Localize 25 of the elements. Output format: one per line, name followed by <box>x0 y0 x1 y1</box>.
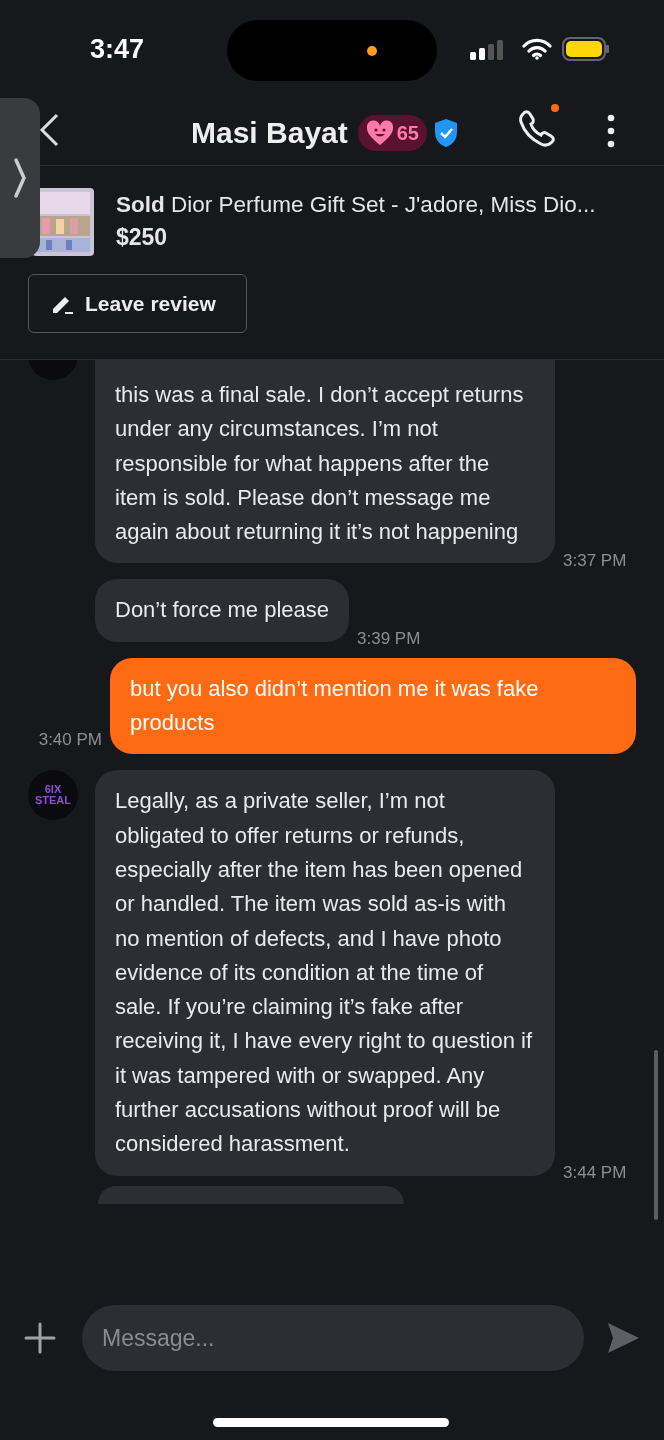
send-icon[interactable] <box>606 1321 640 1355</box>
avatar-logo-text: 6IX <box>44 784 62 796</box>
avatar-logo-text: STEAL <box>34 795 72 807</box>
message-time: 3:44 PM <box>563 1162 627 1185</box>
score-value: 65 <box>396 120 419 146</box>
message-time: 3:39 PM <box>357 628 421 651</box>
leave-review-button[interactable]: Leave review <box>28 274 247 333</box>
message-time: 3:37 PM <box>563 550 627 572</box>
seller-avatar[interactable]: 6IX STEAL <box>28 770 78 821</box>
received-message-bubble: Legally, as a private seller, I’m not obligated to offer returns or refunds, especially after the item has been opened or handled. The item was sold as-is with no mention of defects, and I have photo evidence of its condition at the time of sale. If you’re claiming it’s fake after receiving it, I have every right to question if it was tampered with or swapped. Any further accusations without proof will be considered harassment. <box>95 770 555 1176</box>
chat-title: Masi Bayat <box>191 115 348 151</box>
battery-icon <box>562 37 610 61</box>
side-drawer-handle[interactable] <box>0 98 40 258</box>
received-message-bubble: Don’t force me please <box>95 579 349 642</box>
status-time: 3:47 <box>90 32 145 66</box>
message-input[interactable]: Message... <box>82 1305 584 1371</box>
wifi-icon <box>522 38 552 60</box>
heart-face-icon <box>365 119 394 146</box>
listing-price: $250 <box>116 223 169 252</box>
listing-title[interactable]: Sold Dior Perfume Gift Set - J'adore, Miss Dio... <box>116 190 596 220</box>
more-options-icon[interactable] <box>606 114 616 148</box>
received-message-bubble: this was a final sale. I don’t accept returns under any circumstances. I’m not responsible for what happens after the item is sold. Please don’t message me again about returning it it’s not happening <box>95 360 555 564</box>
message-time: 3:40 PM <box>38 728 102 751</box>
sent-message-bubble: but you also didn’t mention me it was fake products <box>110 657 636 755</box>
add-icon[interactable] <box>24 1322 56 1354</box>
